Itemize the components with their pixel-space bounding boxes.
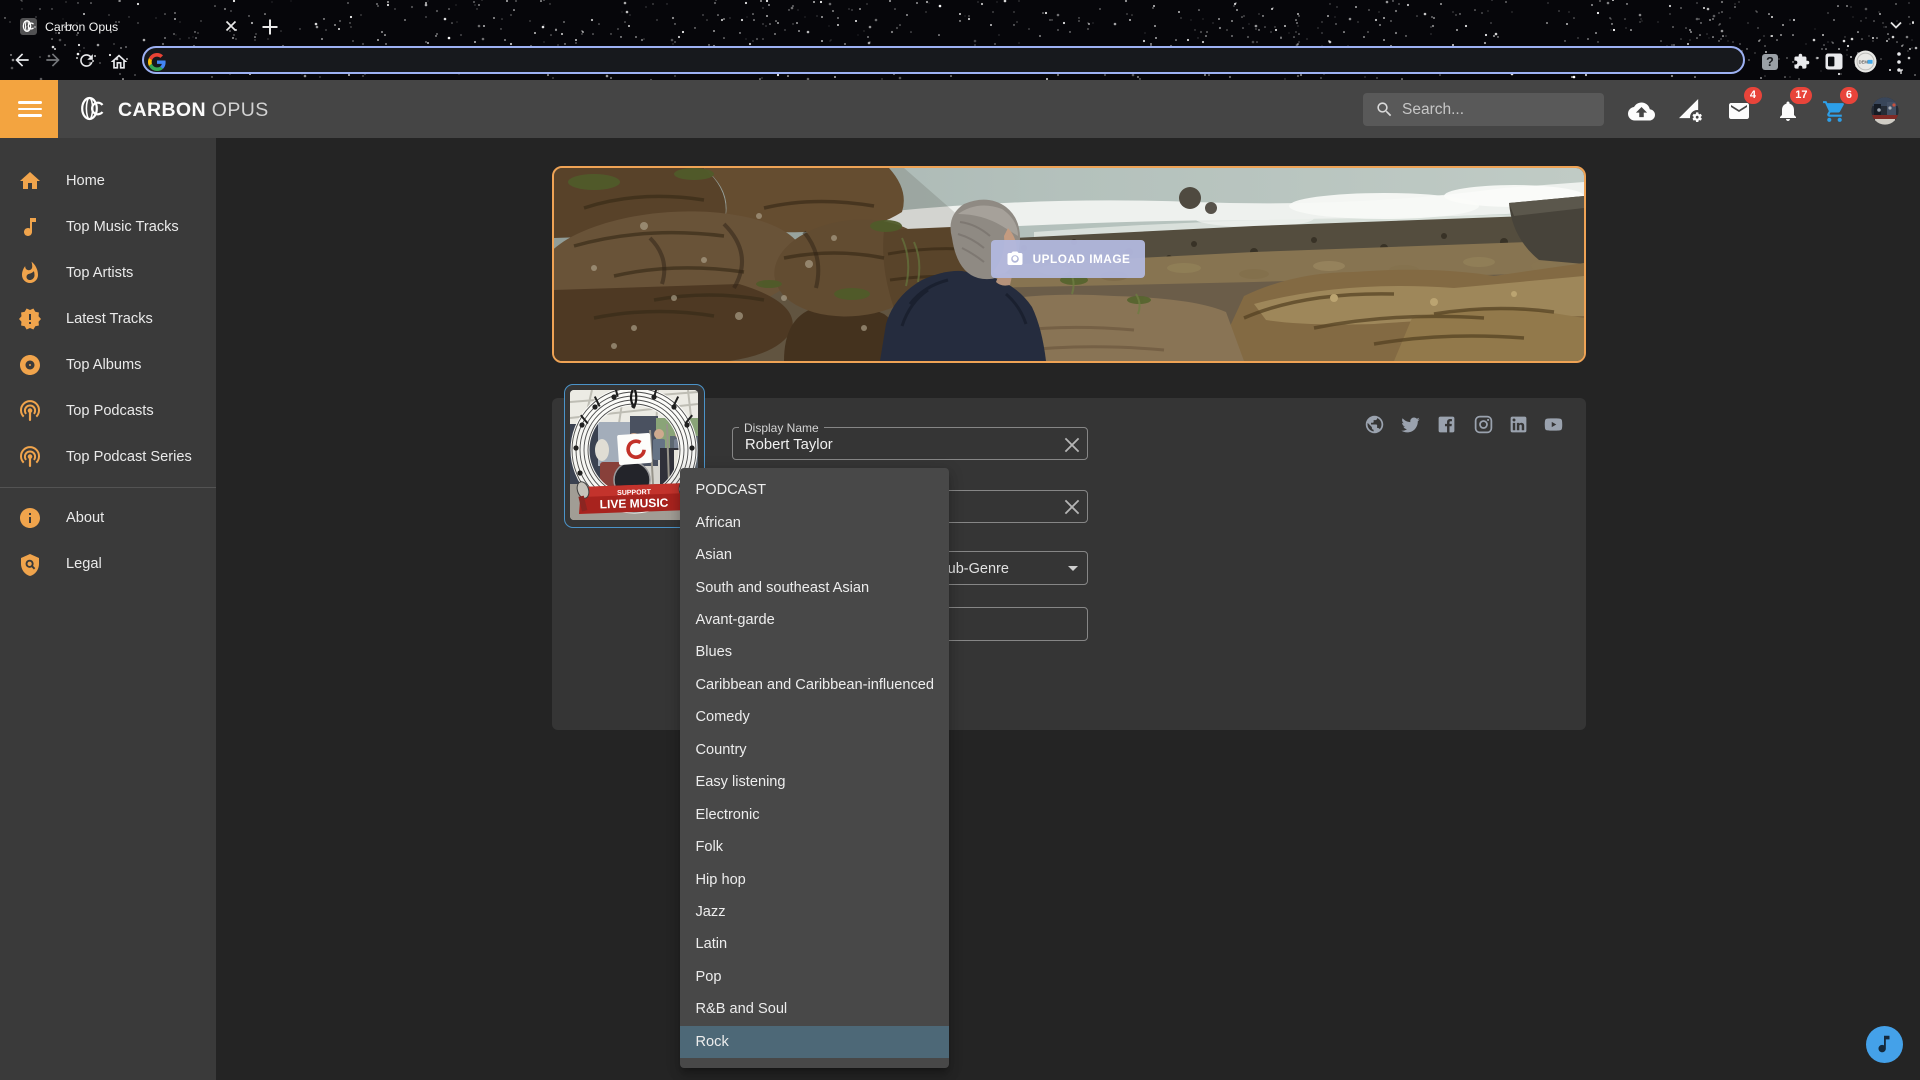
svg-text:LIVE MUSIC: LIVE MUSIC: [599, 495, 668, 511]
